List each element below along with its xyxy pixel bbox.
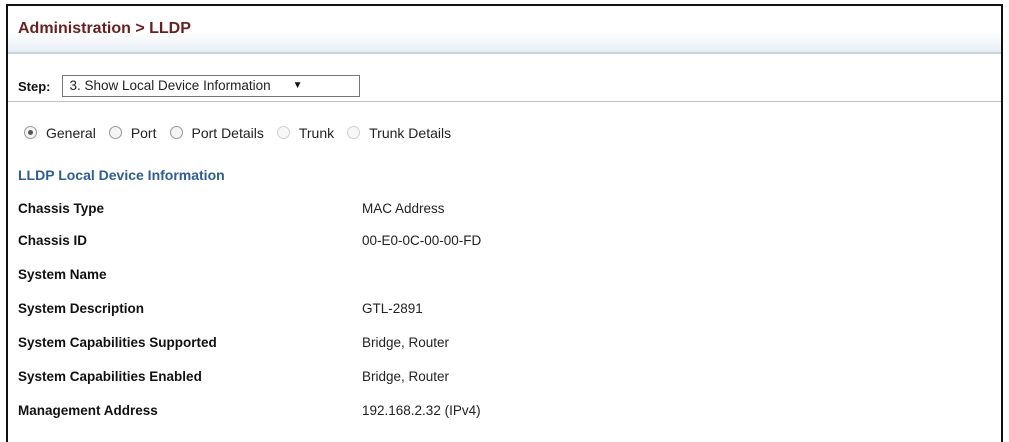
main-panel: Administration > LLDP Step: 3. Show Loca… xyxy=(6,4,1003,442)
info-value: Bridge, Router xyxy=(362,368,450,384)
info-label: Chassis Type xyxy=(18,200,105,216)
radio-general[interactable]: General xyxy=(24,125,96,141)
info-row: Chassis ID 00-E0-0C-00-00-FD xyxy=(18,223,1001,257)
info-value: Bridge, Router xyxy=(362,334,450,350)
radio-button-icon[interactable] xyxy=(24,126,37,139)
info-row: System Description GTL-2891 xyxy=(18,291,1001,325)
info-row: Chassis Type MAC Address xyxy=(18,193,1001,223)
info-value: MAC Address xyxy=(362,200,445,216)
radio-trunk-details: Trunk Details xyxy=(347,125,451,141)
info-label: Management Address xyxy=(18,402,158,418)
radio-label: Trunk Details xyxy=(369,124,452,141)
radio-button-icon xyxy=(347,126,361,139)
radio-button-icon[interactable] xyxy=(108,126,122,139)
info-label: System Capabilities Enabled xyxy=(18,368,202,384)
step-select-value: 3. Show Local Device Information xyxy=(69,78,271,93)
radio-port-details[interactable]: Port Details xyxy=(169,124,264,141)
view-options: General Port Port Details Trunk Trunk De… xyxy=(8,102,1001,147)
info-row: System Capabilities Supported Bridge, Ro… xyxy=(18,325,1001,359)
info-value: 192.168.2.32 (IPv4) xyxy=(362,402,481,418)
radio-label: Port Details xyxy=(191,124,264,141)
radio-button-icon xyxy=(276,126,290,139)
breadcrumb: Administration > LLDP xyxy=(18,20,191,37)
info-value: 00-E0-0C-00-00-FD xyxy=(362,232,482,248)
info-label: System Description xyxy=(18,300,145,316)
dropdown-arrow-icon: ▼ xyxy=(292,80,303,91)
radio-label: Trunk xyxy=(298,124,335,141)
step-label: Step: xyxy=(18,79,51,94)
step-row: Step: 3. Show Local Device Information ▼ xyxy=(8,54,1001,102)
info-label: System Capabilities Supported xyxy=(18,334,217,350)
info-row: Management Address 192.168.2.32 (IPv4) xyxy=(18,393,1001,427)
radio-trunk: Trunk xyxy=(276,124,335,141)
section-title: LLDP Local Device Information xyxy=(18,167,225,183)
info-row: System Capabilities Enabled Bridge, Rout… xyxy=(18,359,1001,393)
radio-port[interactable]: Port xyxy=(108,124,157,141)
step-select[interactable]: 3. Show Local Device Information ▼ xyxy=(61,74,360,97)
info-label: Chassis ID xyxy=(18,232,88,248)
radio-button-icon[interactable] xyxy=(169,126,183,139)
page-header: Administration > LLDP xyxy=(8,6,1001,54)
info-value: GTL-2891 xyxy=(362,300,423,316)
info-label: System Name xyxy=(18,266,107,282)
info-row: System Name xyxy=(18,257,1001,291)
radio-label: General xyxy=(46,124,96,141)
info-table: Chassis Type MAC Address Chassis ID 00-E… xyxy=(18,193,1001,427)
radio-label: Port xyxy=(130,124,157,141)
